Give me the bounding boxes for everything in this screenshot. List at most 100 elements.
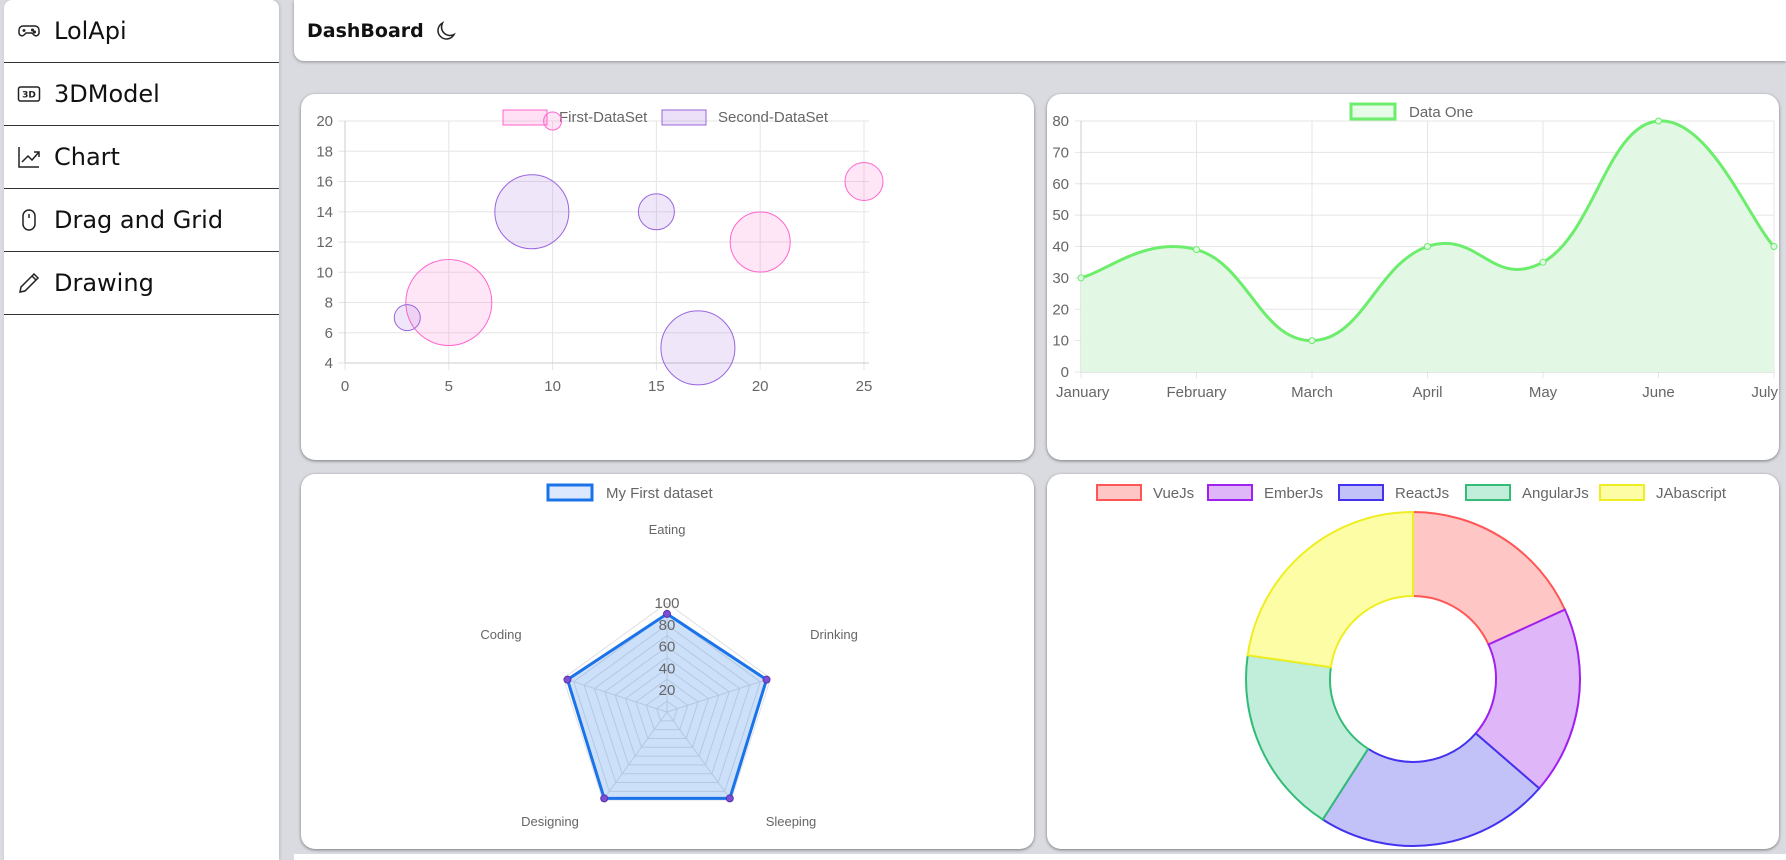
radar-tick-label: 40	[659, 660, 676, 677]
legend-swatch	[1207, 484, 1253, 501]
radar-tick-label: 80	[659, 617, 676, 634]
radar-point-label: Designing	[521, 814, 579, 829]
sidebar-item-3dmodel[interactable]: 3D 3DModel	[4, 63, 279, 126]
y-tick-label: 0	[1061, 364, 1069, 381]
bubble-point	[494, 174, 570, 250]
y-tick-label: 10	[1052, 333, 1069, 350]
x-tick-label: 25	[856, 378, 873, 395]
radar-point-label: Eating	[649, 522, 686, 537]
y-tick-label: 4	[325, 355, 333, 372]
header: DashBoard	[294, 0, 1786, 61]
pencil-icon	[16, 270, 42, 296]
bubble-point	[844, 162, 884, 201]
data-point	[1308, 337, 1316, 345]
x-tick-label: 5	[445, 378, 453, 395]
3d-icon: 3D	[16, 81, 42, 107]
sidebar-item-drawing[interactable]: Drawing	[4, 252, 279, 315]
data-point	[1655, 117, 1662, 125]
x-tick-label: January	[1056, 384, 1110, 401]
sidebar-item-label: LolApi	[54, 17, 127, 45]
x-tick-label: July	[1751, 384, 1778, 401]
x-tick-label: June	[1642, 384, 1675, 401]
radar-point	[725, 794, 734, 803]
legend-swatch	[1096, 484, 1142, 501]
legend-swatch	[502, 109, 548, 126]
bubble-point	[660, 310, 736, 386]
bubble-point	[637, 193, 675, 231]
data-point	[1077, 274, 1085, 282]
radar-point-label: Sleeping	[766, 814, 817, 829]
y-tick-label: 20	[1052, 301, 1069, 318]
y-tick-label: 70	[1052, 144, 1069, 161]
radar-point	[600, 794, 609, 803]
sidebar-item-drag-and-grid[interactable]: Drag and Grid	[4, 189, 279, 252]
y-tick-label: 40	[1052, 239, 1069, 256]
sidebar: LolApi 3D 3DModel Chart Drag and Grid Dr…	[4, 0, 279, 860]
y-tick-label: 6	[325, 325, 333, 342]
legend-swatch	[1349, 102, 1397, 121]
legend-label: JAbascript	[1656, 485, 1727, 502]
moon-icon[interactable]	[434, 19, 458, 43]
mouse-icon	[16, 207, 42, 233]
data-point	[1424, 243, 1431, 250]
legend-swatch	[1599, 484, 1645, 501]
bubble-point	[393, 304, 421, 332]
bubble-point	[543, 111, 563, 131]
legend-label: ReactJs	[1395, 485, 1449, 502]
doughnut-chart: VueJs EmberJs ReactJs AngularJs JAbascript	[1096, 484, 1727, 847]
sidebar-item-chart[interactable]: Chart	[4, 126, 279, 189]
doughnut-chart-card: VueJs EmberJs ReactJs AngularJs JAbascript	[1047, 474, 1779, 849]
x-tick-label: 10	[544, 378, 561, 395]
radar-chart-card: 20 40 60 80 100 Eating Drinking Sleeping Designi…	[301, 474, 1034, 849]
radar-point	[762, 675, 771, 684]
doughnut-slice	[1246, 510, 1414, 669]
y-tick-label: 18	[316, 143, 333, 160]
line-chart: January February March April May June July 0 10 2…	[1052, 102, 1778, 401]
radar-point	[563, 675, 572, 684]
bubble-point	[405, 259, 493, 346]
radar-tick-label: 20	[659, 682, 676, 699]
sidebar-item-label: Chart	[54, 143, 120, 171]
x-tick-label: 0	[341, 378, 349, 395]
x-tick-label: February	[1166, 384, 1227, 401]
radar-point-label: Coding	[480, 627, 521, 642]
y-tick-label: 20	[316, 113, 333, 130]
bubble-chart: 0 5 10 15 20 25 4 6 8 10 12 14 16 18 20 First-DataSet Se…	[316, 109, 884, 395]
x-tick-label: April	[1412, 384, 1442, 401]
sidebar-item-label: Drag and Grid	[54, 206, 224, 234]
y-tick-label: 10	[316, 264, 333, 281]
legend-label: First-DataSet	[559, 109, 648, 126]
legend-label: AngularJs	[1522, 485, 1589, 502]
x-tick-label: 15	[648, 378, 665, 395]
sidebar-item-lolapi[interactable]: LolApi	[4, 0, 279, 63]
legend-label: EmberJs	[1264, 485, 1323, 502]
data-point	[1539, 258, 1547, 266]
y-tick-label: 30	[1052, 270, 1069, 287]
legend-swatch	[1338, 484, 1384, 501]
radar-tick-label: 100	[654, 595, 679, 612]
legend-swatch	[661, 109, 707, 126]
x-tick-label: May	[1529, 384, 1558, 401]
y-tick-label: 60	[1052, 176, 1069, 193]
legend-swatch	[1465, 484, 1511, 501]
radar-tick-label: 60	[659, 639, 676, 656]
radar-chart: 20 40 60 80 100 Eating Drinking Sleeping Designi…	[480, 483, 858, 829]
page-title: DashBoard	[307, 19, 424, 42]
line-chart-card: January February March April May June July 0 10 2…	[1047, 94, 1779, 460]
chart-line-icon	[16, 144, 42, 170]
gamepad-icon	[16, 18, 42, 44]
x-tick-label: 20	[752, 378, 769, 395]
x-tick-label: March	[1291, 384, 1333, 401]
y-tick-label: 16	[316, 174, 333, 191]
bubble-point	[729, 211, 791, 273]
y-tick-label: 14	[316, 204, 333, 221]
legend-label: VueJs	[1153, 485, 1194, 502]
data-point	[1770, 243, 1778, 250]
sidebar-item-label: 3DModel	[54, 80, 160, 108]
radar-point-label: Drinking	[810, 627, 858, 642]
legend-label: My First dataset	[606, 485, 714, 502]
y-tick-label: 12	[316, 234, 333, 251]
bubble-chart-card: 0 5 10 15 20 25 4 6 8 10 12 14 16 18 20 First-DataSet Se…	[301, 94, 1034, 460]
y-tick-label: 8	[325, 295, 333, 312]
bottom-strip	[294, 854, 1786, 860]
